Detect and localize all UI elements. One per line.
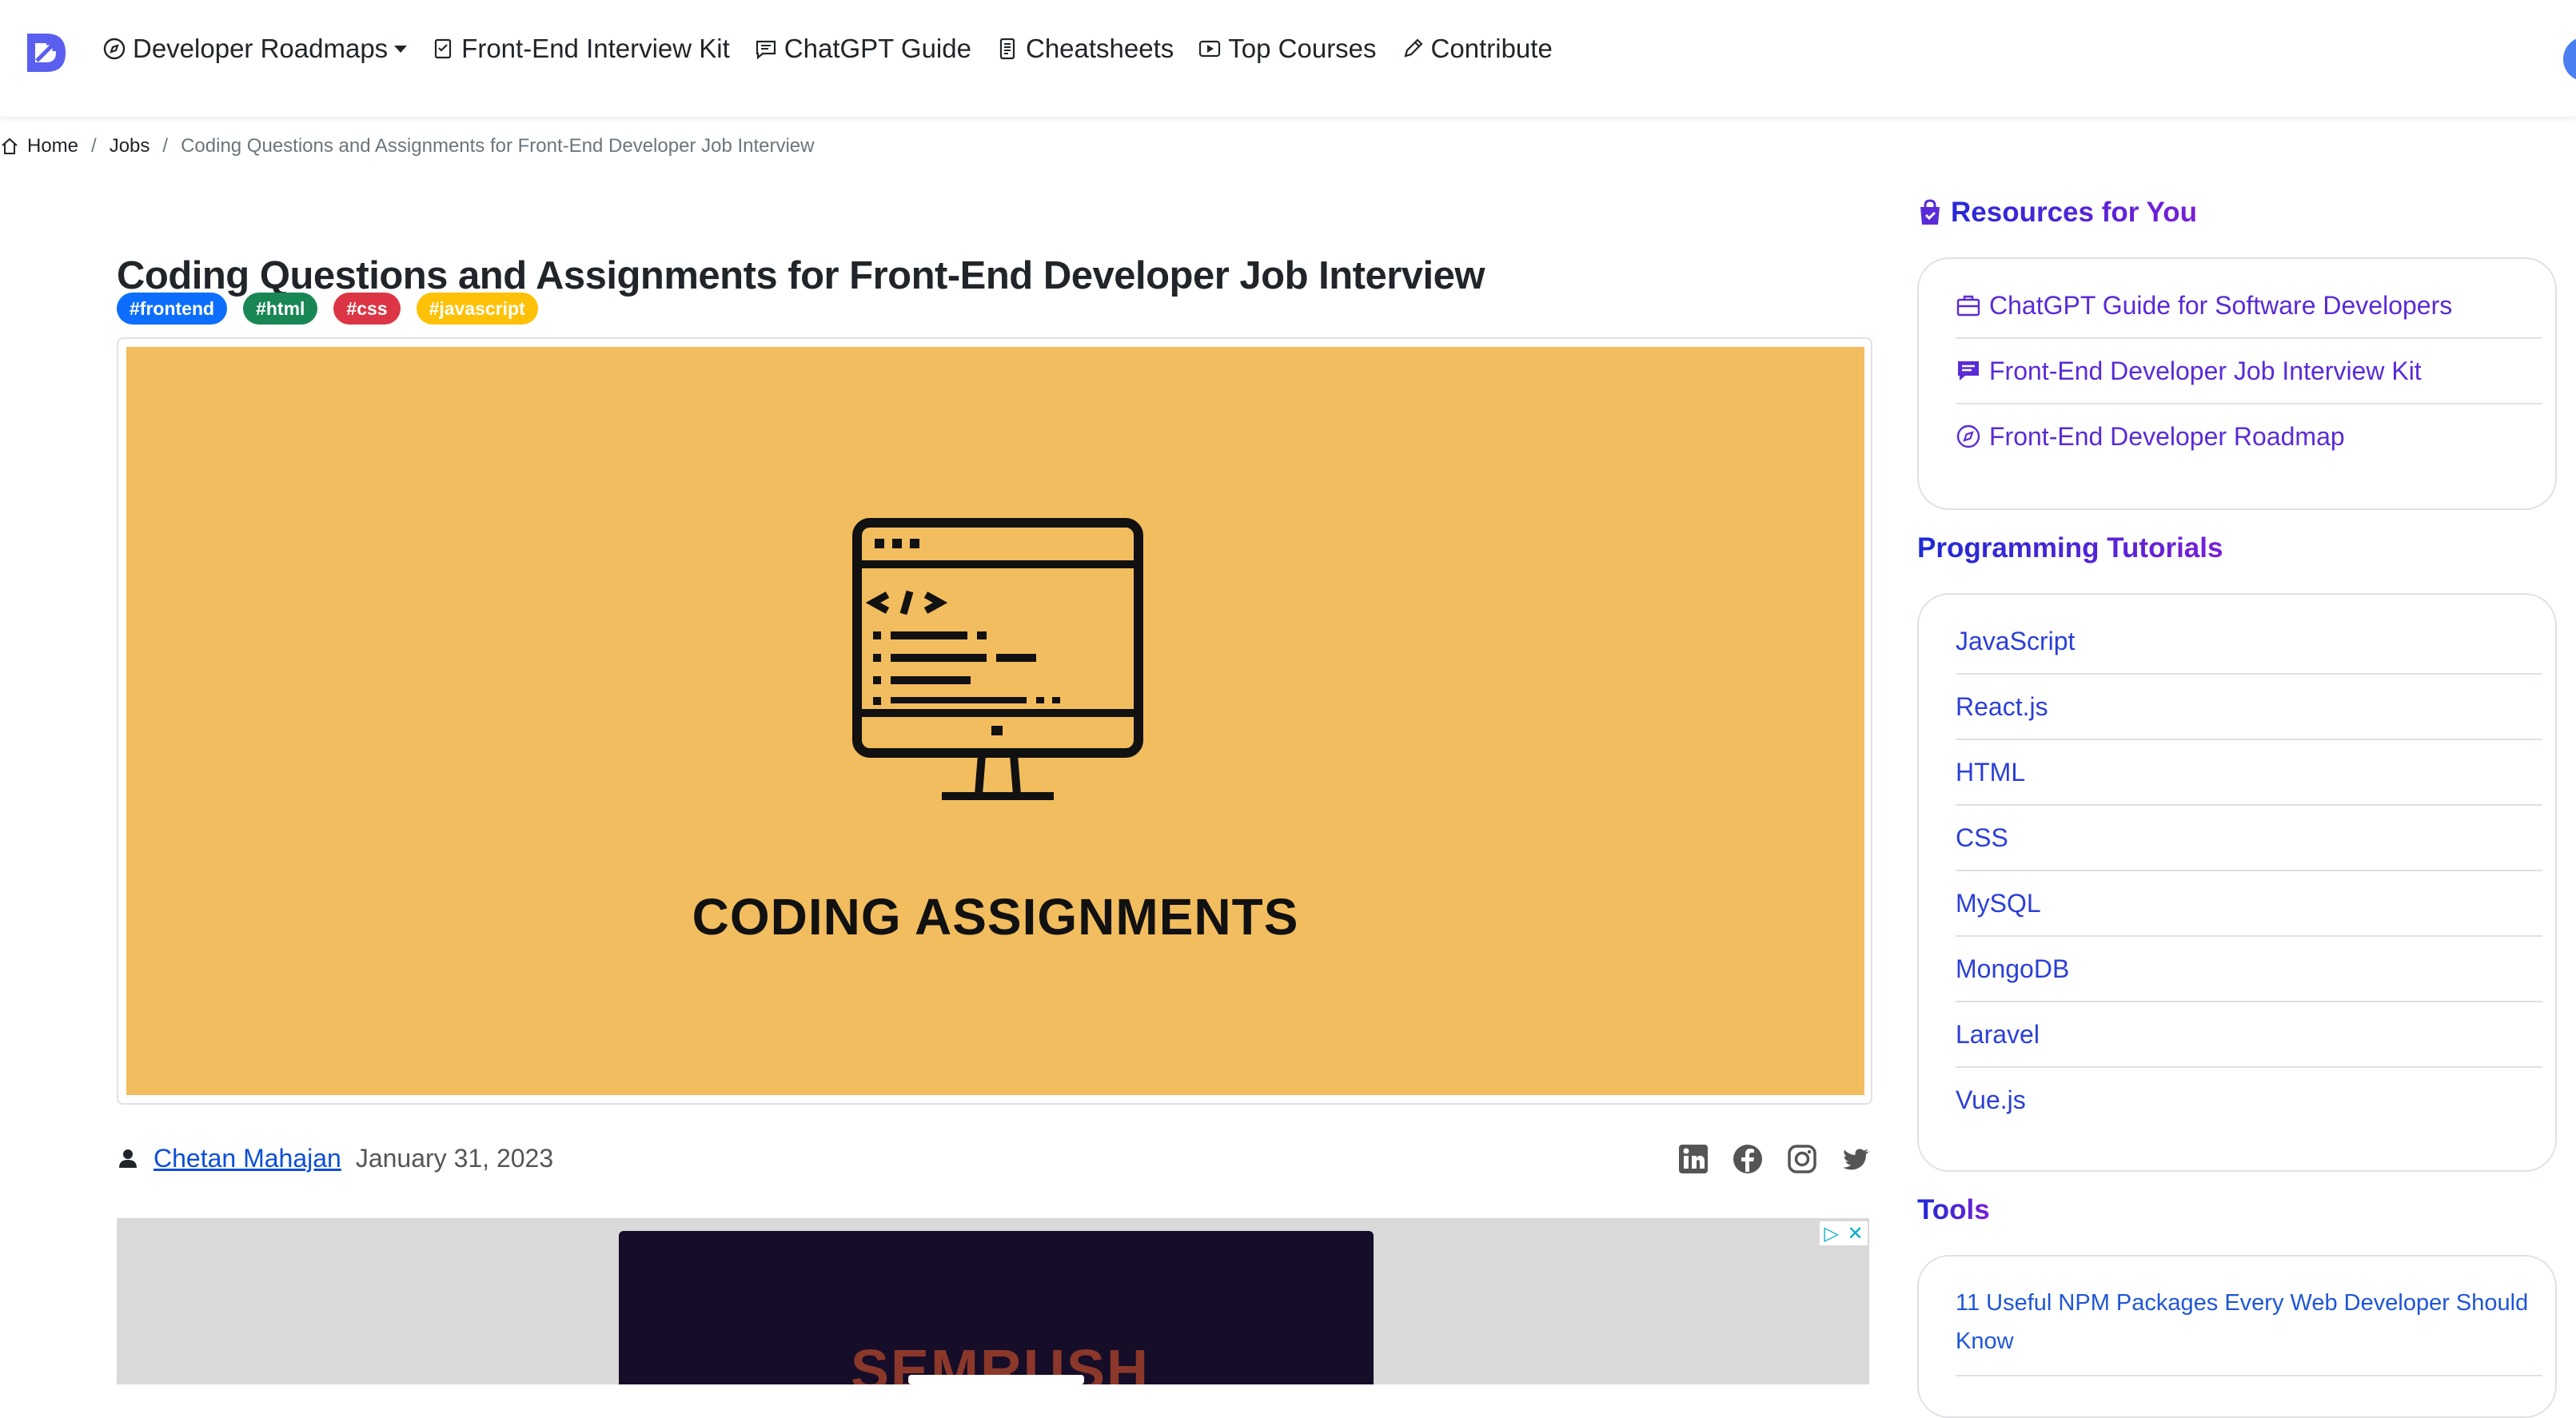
tool-npm-packages[interactable]: 11 Useful NPM Packages Every Web Develop…: [1956, 1265, 2542, 1376]
advertisement[interactable]: SEMRUSH ▷ ✕: [117, 1218, 1869, 1384]
nav-label: Developer Roadmaps: [133, 34, 389, 63]
nav-label: Top Courses: [1228, 34, 1377, 63]
tag-list: #frontend #html #css #javascript: [117, 293, 554, 325]
checklist-icon: [435, 38, 452, 59]
tag-frontend[interactable]: #frontend: [117, 293, 228, 325]
ad-cta-bar: [908, 1375, 1084, 1384]
site-logo[interactable]: [22, 29, 70, 77]
close-icon[interactable]: ✕: [1848, 1222, 1864, 1245]
breadcrumb-home[interactable]: Home: [27, 135, 78, 157]
document-icon: [999, 38, 1015, 60]
heading-text: Programming Tutorials: [1917, 532, 2223, 564]
resources-card: ChatGPT Guide for Software Developers Fr…: [1917, 257, 2557, 510]
compass-icon: [103, 38, 126, 60]
tutorial-html[interactable]: HTML: [1956, 740, 2542, 806]
play-icon: [1199, 40, 1221, 58]
adchoices-icon[interactable]: ▷ ✕: [1820, 1221, 1868, 1245]
tutorials-card: JavaScript React.js HTML CSS MySQL Mongo…: [1917, 593, 2557, 1172]
computer-code-icon: [852, 518, 1143, 800]
resources-heading: Resources for You: [1917, 197, 2197, 229]
page-title: Coding Questions and Assignments for Fro…: [117, 253, 1485, 297]
breadcrumb: Home / Jobs / Coding Questions and Assig…: [0, 133, 815, 160]
publish-date: January 31, 2023: [355, 1143, 554, 1173]
tag-css[interactable]: #css: [333, 293, 401, 325]
author-link[interactable]: Chetan Mahajan: [154, 1144, 341, 1173]
breadcrumb-separator: /: [91, 135, 97, 157]
facebook-icon[interactable]: [1732, 1143, 1764, 1175]
briefcase-icon: [1956, 295, 1980, 317]
nav-cheatsheets[interactable]: Cheatsheets: [995, 34, 1174, 64]
compass-icon: [1956, 424, 1980, 448]
tutorial-laravel[interactable]: Laravel: [1956, 1002, 2542, 1068]
twitter-icon[interactable]: [1840, 1143, 1872, 1175]
resource-roadmap[interactable]: Front-End Developer Roadmap: [1956, 404, 2542, 468]
tutorial-css[interactable]: CSS: [1956, 806, 2542, 871]
user-avatar[interactable]: [2563, 37, 2576, 82]
social-share: [1677, 1143, 1895, 1175]
nav-front-end-interview-kit[interactable]: Front-End Interview Kit: [431, 34, 730, 64]
tutorial-mysql[interactable]: MySQL: [1956, 871, 2542, 937]
nav-developer-roadmaps[interactable]: Developer Roadmaps: [102, 34, 408, 64]
home-icon: [2, 137, 18, 154]
resource-label: ChatGPT Guide for Software Developers: [1989, 290, 2453, 320]
play-icon: ▷: [1824, 1222, 1839, 1245]
breadcrumb-jobs[interactable]: Jobs: [110, 135, 150, 157]
chat-icon: [1958, 361, 1979, 380]
tag-html[interactable]: #html: [243, 293, 318, 325]
tools-card: 11 Useful NPM Packages Every Web Develop…: [1917, 1255, 2557, 1418]
chat-icon: [756, 40, 776, 60]
nav-contribute[interactable]: Contribute: [1401, 34, 1553, 64]
nav-label: ChatGPT Guide: [784, 34, 971, 63]
feature-image-frame: CODING ASSIGNMENTS: [117, 337, 1872, 1105]
nav-label: Cheatsheets: [1025, 34, 1174, 63]
feature-caption: CODING ASSIGNMENTS: [692, 888, 1299, 946]
linkedin-icon[interactable]: [1677, 1143, 1709, 1175]
resource-chatgpt-guide[interactable]: ChatGPT Guide for Software Developers: [1956, 273, 2542, 339]
tutorial-vuejs[interactable]: Vue.js: [1956, 1068, 2542, 1132]
tag-javascript[interactable]: #javascript: [416, 293, 538, 325]
shopping-bag-icon: [1920, 199, 1940, 225]
resource-interview-kit[interactable]: Front-End Developer Job Interview Kit: [1956, 339, 2542, 404]
breadcrumb-separator: /: [162, 135, 169, 157]
top-navbar: Developer Roadmaps Front-End Interview K…: [0, 0, 2576, 118]
tutorial-javascript[interactable]: JavaScript: [1956, 609, 2542, 675]
heading-text: Resources for You: [1951, 197, 2197, 228]
nav-top-courses[interactable]: Top Courses: [1198, 34, 1377, 64]
ad-creative[interactable]: SEMRUSH: [619, 1231, 1374, 1384]
nav-label: Contribute: [1430, 34, 1553, 63]
tutorials-heading: Programming Tutorials: [1917, 532, 2223, 564]
tutorial-reactjs[interactable]: React.js: [1956, 675, 2542, 740]
instagram-icon[interactable]: [1786, 1143, 1818, 1175]
tutorial-mongodb[interactable]: MongoDB: [1956, 937, 2542, 1002]
person-icon: [119, 1149, 137, 1168]
breadcrumb-current: Coding Questions and Assignments for Fro…: [181, 135, 815, 157]
nav-chatgpt-guide[interactable]: ChatGPT Guide: [754, 34, 971, 64]
tools-heading: Tools: [1917, 1194, 1990, 1226]
resource-label: Front-End Developer Job Interview Kit: [1989, 356, 2422, 385]
feature-image: CODING ASSIGNMENTS: [126, 347, 1864, 1095]
article-meta: Chetan Mahajan January 31, 2023: [117, 1140, 553, 1177]
heading-text: Tools: [1917, 1194, 1990, 1225]
chevron-down-icon: [394, 45, 408, 53]
nav-label: Front-End Interview Kit: [461, 34, 730, 63]
pencil-icon: [1403, 38, 1423, 58]
resource-label: Front-End Developer Roadmap: [1989, 421, 2345, 451]
